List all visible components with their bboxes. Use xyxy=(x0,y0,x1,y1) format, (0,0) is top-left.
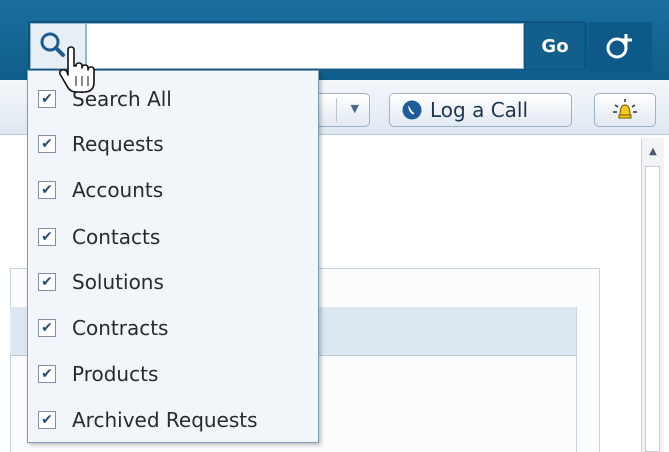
hand-pointer-icon xyxy=(58,46,95,93)
vertical-scrollbar[interactable]: ▲ xyxy=(641,138,664,452)
chevron-down-icon: ▼ xyxy=(350,102,359,115)
search-scope-menu: ✔ Search All ✔ Requests ✔ Accounts ✔ Con… xyxy=(27,70,319,443)
go-button[interactable]: Go xyxy=(526,23,584,69)
toolbar-dropdown[interactable]: ▼ xyxy=(310,93,370,127)
checkbox[interactable]: ✔ xyxy=(38,90,56,108)
menu-item-requests[interactable]: ✔ Requests xyxy=(38,128,164,160)
checkbox[interactable]: ✔ xyxy=(38,135,56,153)
checkbox[interactable]: ✔ xyxy=(38,273,56,291)
menu-item-label: Contracts xyxy=(72,316,169,340)
phone-icon xyxy=(402,100,422,120)
new-request-button[interactable] xyxy=(588,22,652,72)
menu-item-label: Accounts xyxy=(72,178,164,202)
checkbox[interactable]: ✔ xyxy=(38,228,56,246)
log-call-label: Log a Call xyxy=(430,98,529,122)
menu-item-label: Archived Requests xyxy=(72,408,258,432)
menu-item-label: Contacts xyxy=(72,225,161,249)
dropdown-separator xyxy=(336,98,337,122)
menu-item-solutions[interactable]: ✔ Solutions xyxy=(38,266,164,298)
search-input[interactable] xyxy=(86,23,524,69)
scroll-thumb[interactable] xyxy=(645,166,660,452)
menu-item-archived-requests[interactable]: ✔ Archived Requests xyxy=(38,404,258,436)
menu-item-label: Requests xyxy=(72,132,164,156)
panel-divider xyxy=(576,307,577,452)
menu-item-label: Products xyxy=(72,362,159,386)
scroll-up-icon[interactable]: ▲ xyxy=(642,142,664,162)
checkbox[interactable]: ✔ xyxy=(38,365,56,383)
add-request-icon xyxy=(606,34,632,59)
checkbox[interactable]: ✔ xyxy=(38,319,56,337)
checkbox[interactable]: ✔ xyxy=(38,181,56,199)
menu-item-products[interactable]: ✔ Products xyxy=(38,358,158,390)
log-call-button[interactable]: Log a Call xyxy=(389,93,572,127)
bell-alert-icon xyxy=(613,99,637,119)
menu-item-label: Solutions xyxy=(72,270,164,294)
menu-item-accounts[interactable]: ✔ Accounts xyxy=(38,174,163,206)
alert-button[interactable] xyxy=(594,93,656,127)
menu-item-contracts[interactable]: ✔ Contracts xyxy=(38,312,168,344)
menu-item-contacts[interactable]: ✔ Contacts xyxy=(38,221,160,253)
checkbox[interactable]: ✔ xyxy=(38,411,56,429)
